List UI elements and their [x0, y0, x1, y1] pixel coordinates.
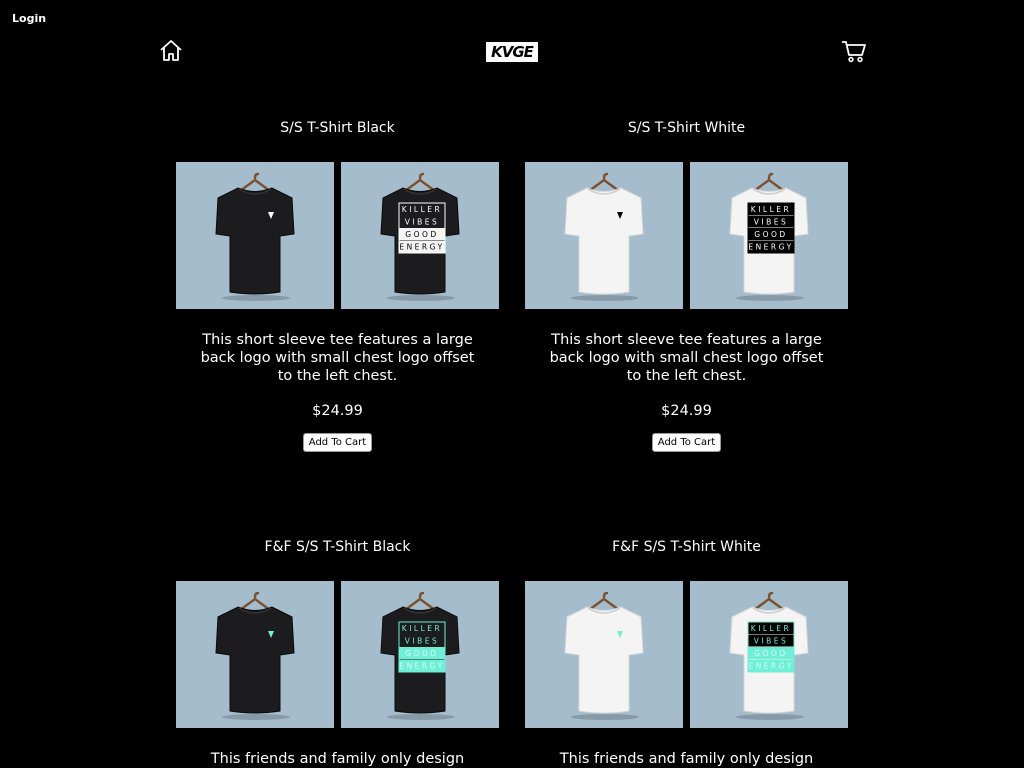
product-photo-back[interactable]: KILLER VIBES GOOD ENERGY: [690, 581, 848, 728]
product-card: F&F S/S T-Shirt Black KILLER VIBES GOOD ENE…: [176, 537, 499, 768]
svg-text:ENERGY: ENERGY: [399, 662, 444, 671]
product-photo-front[interactable]: [525, 162, 683, 309]
home-icon[interactable]: [159, 39, 183, 63]
tshirt-illustration: KILLER VIBES GOOD ENERGY: [729, 591, 809, 720]
back-print: KILLER VIBES GOOD ENERGY: [398, 202, 446, 254]
product-photo-back[interactable]: KILLER VIBES GOOD ENERGY: [341, 581, 499, 728]
tshirt-illustration: KILLER VIBES GOOD ENERGY: [729, 172, 809, 301]
svg-text:KILLER: KILLER: [402, 624, 442, 633]
cart-icon[interactable]: [841, 39, 867, 63]
svg-text:GOOD: GOOD: [754, 230, 787, 239]
svg-text:KILLER: KILLER: [402, 205, 442, 214]
svg-text:GOOD: GOOD: [754, 649, 787, 658]
back-print: KILLER VIBES GOOD ENERGY: [747, 202, 795, 254]
tshirt-illustration: [564, 591, 644, 720]
product-photo-back[interactable]: KILLER VIBES GOOD ENERGY: [690, 162, 848, 309]
login-link[interactable]: Login: [12, 12, 46, 25]
svg-text:VIBES: VIBES: [754, 218, 789, 227]
add-to-cart-button[interactable]: Add To Cart: [302, 433, 373, 452]
svg-text:VIBES: VIBES: [754, 637, 789, 646]
svg-text:ENERGY: ENERGY: [748, 243, 793, 252]
product-card: F&F S/S T-Shirt White KILLER VIBES GOOD ENE…: [525, 537, 848, 768]
tshirt-illustration: [215, 172, 295, 301]
product-price: $24.99: [312, 403, 363, 419]
product-description: This short sleeve tee features a large b…: [200, 332, 475, 384]
product-description: This friends and family only design: [559, 751, 814, 767]
product-photo-back[interactable]: KILLER VIBES GOOD ENERGY: [341, 162, 499, 309]
product-card: S/S T-Shirt Black KILLER VIBES GOOD ENERGY …: [176, 118, 499, 452]
product-photo-front[interactable]: [176, 581, 334, 728]
back-print: KILLER VIBES GOOD ENERGY: [747, 621, 795, 673]
product-card: S/S T-Shirt White KILLER VIBES GOOD ENERGY …: [525, 118, 848, 452]
svg-text:ENERGY: ENERGY: [399, 243, 444, 252]
tshirt-illustration: KILLER VIBES GOOD ENERGY: [380, 591, 460, 720]
product-photo-front[interactable]: [525, 581, 683, 728]
add-to-cart-button[interactable]: Add To Cart: [651, 433, 722, 452]
product-description: This short sleeve tee features a large b…: [549, 332, 824, 384]
tshirt-illustration: [215, 591, 295, 720]
svg-text:VIBES: VIBES: [405, 637, 440, 646]
tshirt-illustration: KILLER VIBES GOOD ENERGY: [380, 172, 460, 301]
svg-text:KILLER: KILLER: [751, 205, 791, 214]
svg-text:GOOD: GOOD: [405, 230, 438, 239]
svg-text:GOOD: GOOD: [405, 649, 438, 658]
svg-text:KILLER: KILLER: [751, 624, 791, 633]
tshirt-illustration: [564, 172, 644, 301]
svg-text:VIBES: VIBES: [405, 218, 440, 227]
brand-logo[interactable]: KVGE: [486, 42, 538, 62]
product-title: F&F S/S T-Shirt White: [612, 539, 761, 555]
product-title: S/S T-Shirt Black: [280, 120, 395, 136]
product-price: $24.99: [661, 403, 712, 419]
product-title: S/S T-Shirt White: [627, 120, 746, 136]
back-print: KILLER VIBES GOOD ENERGY: [398, 621, 446, 673]
product-description: This friends and family only design: [210, 751, 465, 767]
product-photo-front[interactable]: [176, 162, 334, 309]
svg-text:ENERGY: ENERGY: [748, 662, 793, 671]
product-title: F&F S/S T-Shirt Black: [264, 539, 411, 555]
